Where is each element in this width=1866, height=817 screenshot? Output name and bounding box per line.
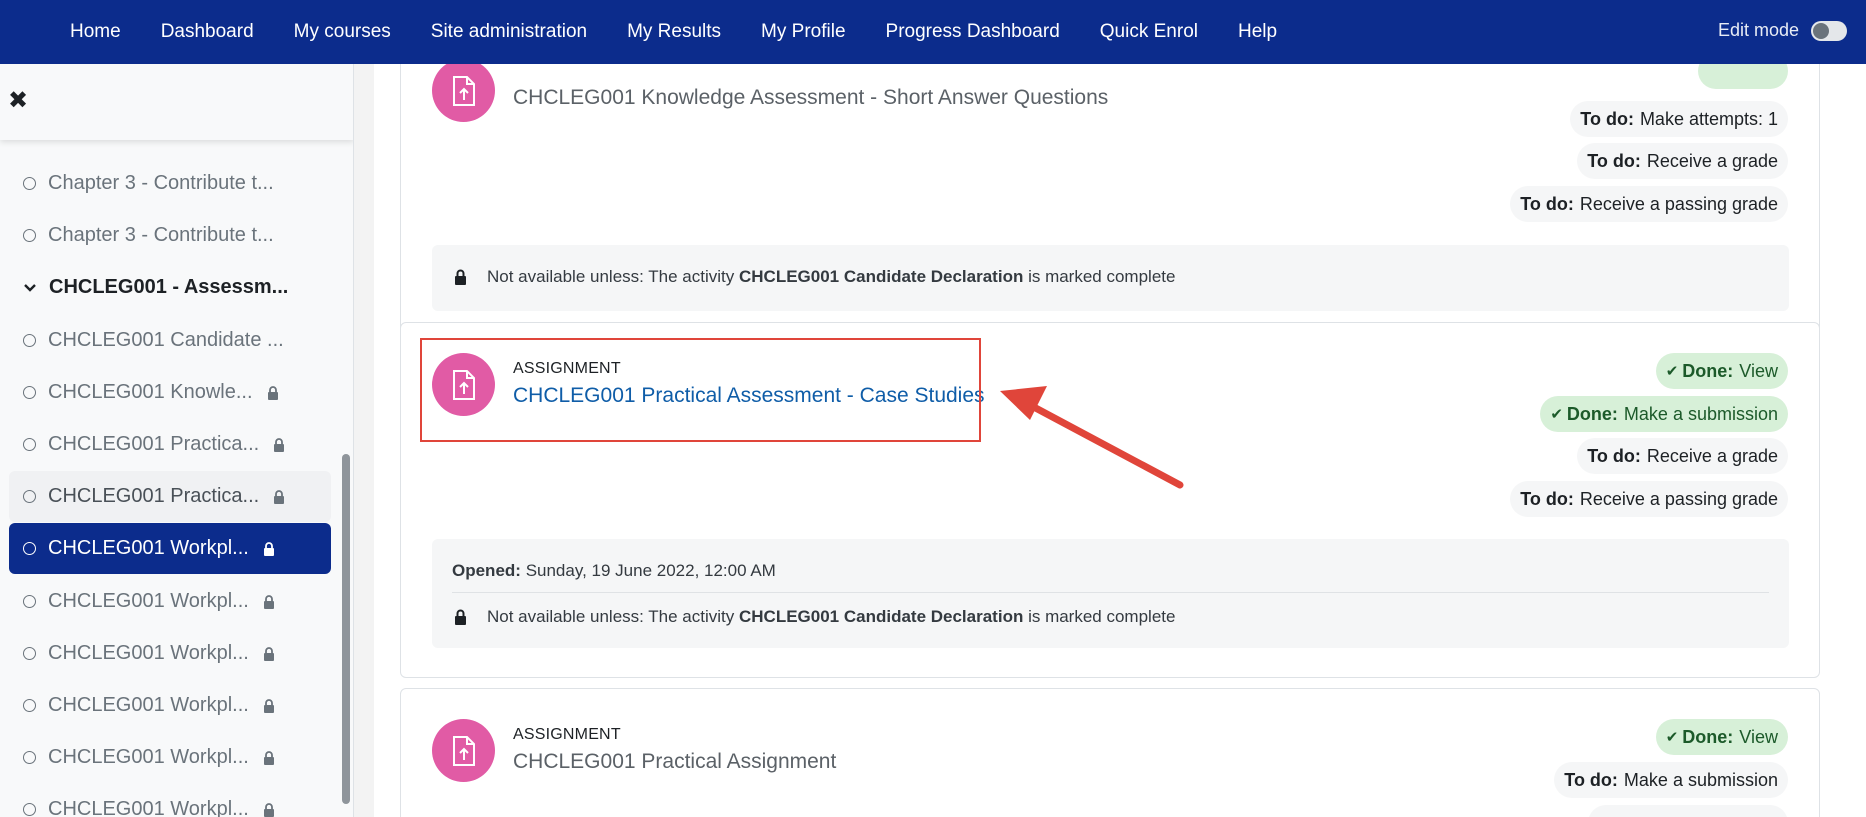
lock-icon [274,437,285,452]
activity-dates-and-restriction: Opened: Sunday, 19 June 2022, 12:00 AM N… [432,539,1789,648]
activity-name[interactable]: CHCLEG001 Knowledge Assessment - Short A… [513,86,1108,110]
course-index-item[interactable]: CHCLEG001 Candidate ... [9,315,331,366]
course-index-item[interactable]: CHCLEG001 Practica... [9,471,331,522]
drawer-scrollbar[interactable] [342,454,350,804]
completion-circle-icon [23,595,36,608]
completion-badge-done: ✔ Done: Make a submission [1540,396,1788,432]
completion-circle-icon [23,386,36,399]
lock-icon [263,802,274,817]
close-icon[interactable]: ✖ [8,86,28,115]
lock-icon [455,609,466,625]
course-index-item-label: CHCLEG001 Workpl... [48,694,249,716]
lock-icon [455,269,466,285]
highlight-box [420,338,981,442]
check-icon: ✔ [1665,363,1679,380]
divider [452,592,1769,593]
course-index-item-label: CHCLEG001 Workpl... [48,746,249,768]
restriction-info: Not available unless: The activity CHCLE… [432,245,1789,311]
assignment-upload-icon [432,719,495,782]
completion-badge-partial [1588,805,1788,817]
activity-card-practical-assignment: ASSIGNMENT CHCLEG001 Practical Assignmen… [400,688,1820,817]
completion-circle-icon [23,803,36,816]
completion-badge: To do: Make attempts: 1 [1570,101,1788,137]
completion-badge: To do: Receive a passing grade [1510,481,1788,517]
completion-circle-icon [23,334,36,347]
course-index-item-label: CHCLEG001 Workpl... [48,642,249,664]
primary-navigation: Home Dashboard My courses Site administr… [50,21,1297,43]
completion-circle-icon [23,542,36,555]
activity-type: ASSIGNMENT [513,726,621,743]
completion-circle-icon [23,438,36,451]
course-index-item[interactable]: CHCLEG001 Workpl... [9,732,331,783]
course-index-item-label: CHCLEG001 - Assessm... [49,276,289,298]
nav-help[interactable]: Help [1218,21,1297,43]
nav-home[interactable]: Home [50,21,141,43]
course-index-item-label: CHCLEG001 Workpl... [48,798,249,817]
restriction-text: Not available unless: The activity CHCLE… [487,267,1176,286]
course-index-item-label: CHCLEG001 Workpl... [48,537,249,559]
lock-icon [267,385,278,400]
completion-badge-done: ✔ Done: View [1655,353,1788,389]
course-index-item[interactable]: CHCLEG001 Workpl... [9,576,331,627]
course-index-item[interactable]: CHCLEG001 Workpl... [9,680,331,731]
done-badge-partial [1698,64,1788,89]
course-index-item-label: CHCLEG001 Practica... [48,485,260,507]
opened-date: Opened: Sunday, 19 June 2022, 12:00 AM [452,561,776,580]
course-index-item[interactable]: CHCLEG001 Workpl... [9,523,331,574]
completion-badge: To do: Receive a grade [1577,143,1788,179]
lock-icon [263,698,274,713]
assignment-upload-icon [432,64,495,122]
nav-my-courses[interactable]: My courses [274,21,411,43]
course-index-drawer: ✖ Chapter 3 - Contribute t... Chapter 3 -… [0,64,354,817]
completion-badge: To do: Receive a grade [1577,438,1788,474]
course-index-item-label: CHCLEG001 Workpl... [48,590,249,612]
drawer-header: ✖ [0,64,353,140]
lock-icon [263,594,274,609]
course-index-item[interactable]: CHCLEG001 Practica... [9,419,331,470]
nav-quick-enrol[interactable]: Quick Enrol [1080,21,1218,43]
completion-badge-done: ✔ Done: View [1655,719,1788,755]
completion-circle-icon [23,229,36,242]
course-index-item[interactable]: CHCLEG001 Workpl... [9,628,331,679]
edit-mode-label: Edit mode [1717,20,1799,40]
course-index-item-label: CHCLEG001 Candidate ... [48,329,284,351]
completion-circle-icon [23,177,36,190]
completion-badge: To do: Make a submission [1554,762,1788,798]
edit-mode-control: Edit mode [1718,20,1847,41]
completion-badge: To do: Receive a passing grade [1510,186,1788,222]
course-index-item[interactable]: Chapter 3 - Contribute t... [9,210,331,261]
activity-name[interactable]: CHCLEG001 Practical Assignment [513,750,836,774]
check-icon: ✔ [1665,729,1679,746]
top-navbar: Home Dashboard My courses Site administr… [0,0,1866,64]
check-icon: ✔ [1550,406,1563,423]
course-index-item-label: CHCLEG001 Knowle... [48,381,253,403]
course-index-item-label: Chapter 3 - Contribute t... [48,224,274,246]
lock-icon [263,750,274,765]
nav-progress-dashboard[interactable]: Progress Dashboard [866,21,1080,43]
course-index-item-label: Chapter 3 - Contribute t... [48,172,274,194]
course-index-item-label: CHCLEG001 Practica... [48,433,260,455]
lock-icon [263,541,274,556]
course-index-section[interactable]: CHCLEG001 - Assessm... [9,262,331,313]
nav-my-results[interactable]: My Results [607,21,741,43]
lock-icon [263,646,274,661]
completion-circle-icon [23,699,36,712]
chevron-down-icon[interactable] [23,281,37,295]
completion-circle-icon [23,751,36,764]
nav-my-profile[interactable]: My Profile [741,21,865,43]
lock-icon [274,489,285,504]
restriction-text: Not available unless: The activity CHCLE… [487,607,1176,626]
completion-circle-icon [23,647,36,660]
course-index-item[interactable]: Chapter 3 - Contribute t... [9,158,331,209]
nav-dashboard[interactable]: Dashboard [141,21,274,43]
course-index-item[interactable]: CHCLEG001 Knowle... [9,367,331,418]
edit-mode-toggle[interactable] [1811,20,1847,41]
completion-circle-icon [23,490,36,503]
nav-site-administration[interactable]: Site administration [411,21,607,43]
course-index-item[interactable]: CHCLEG001 Workpl... [9,784,331,817]
